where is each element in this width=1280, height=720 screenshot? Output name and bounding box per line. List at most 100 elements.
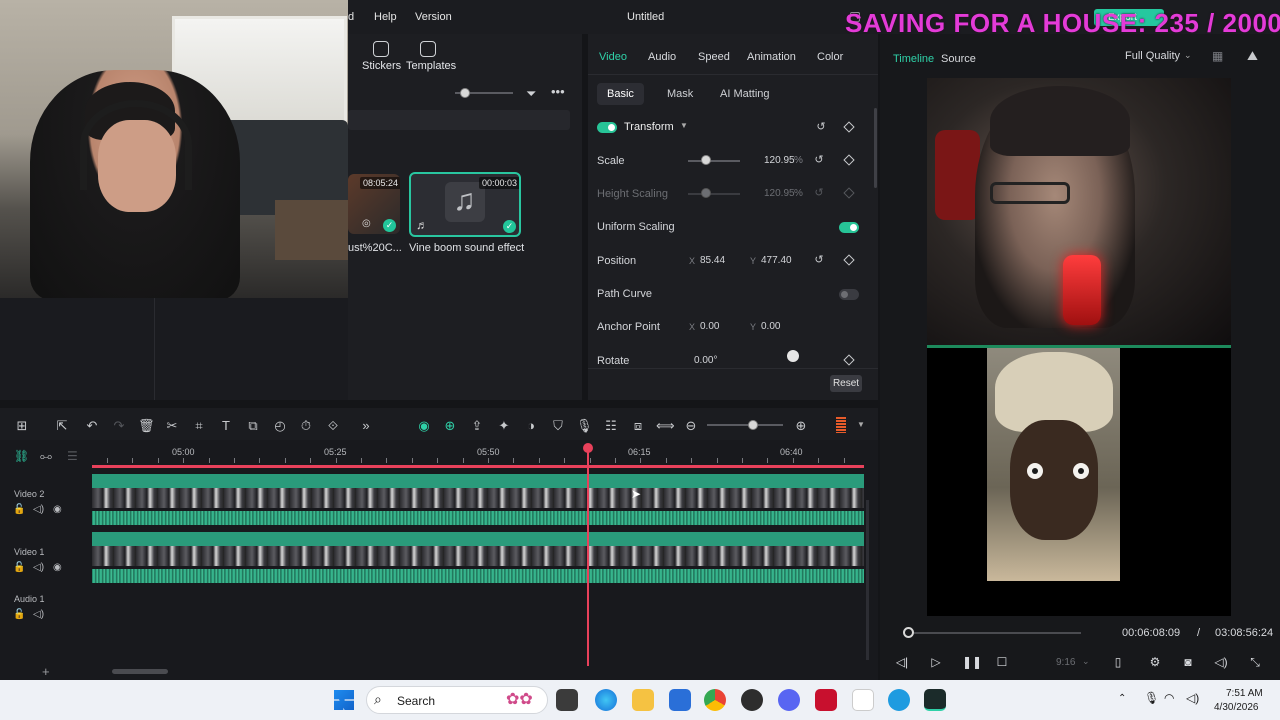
media-search-bar[interactable] <box>348 110 570 130</box>
menu-item-partial[interactable]: d <box>348 11 354 23</box>
eye-icon[interactable]: ◉ <box>53 562 62 573</box>
rotate-value[interactable]: 0.00° <box>694 355 717 366</box>
playhead[interactable] <box>587 446 589 666</box>
video2-clip-header[interactable] <box>92 474 864 488</box>
quality-select[interactable]: Full Quality <box>1125 50 1180 62</box>
filter-icon[interactable]: ⏷ <box>526 86 536 102</box>
preview-progress-bar[interactable] <box>903 632 1081 634</box>
effects-icon[interactable]: ✦ <box>496 418 512 434</box>
properties-scrollbar[interactable] <box>874 108 877 188</box>
more-icon[interactable]: ••• <box>551 84 565 99</box>
snapshot-icon[interactable]: ⛰ <box>1247 48 1258 64</box>
chevron-down-icon[interactable]: ▼ <box>857 420 865 429</box>
video1-clip-frames[interactable] <box>92 546 864 566</box>
media-thumb-audio[interactable]: ♫ 00:00:03 ♬ ✓ <box>409 172 521 237</box>
render-icon[interactable]: ⇪ <box>469 418 485 434</box>
video2-clip-frames[interactable] <box>92 488 864 508</box>
scale-value[interactable]: 120.95 <box>764 155 795 166</box>
pdf-app-icon[interactable] <box>815 689 837 711</box>
stop-icon[interactable]: ☐ <box>995 655 1009 669</box>
taskbar-time[interactable]: 7:51 AM <box>1226 688 1263 699</box>
subtab-basic[interactable]: Basic <box>597 83 644 105</box>
edge-app-icon[interactable] <box>595 689 617 711</box>
discord-app-icon[interactable] <box>778 689 800 711</box>
track-link-icon[interactable]: ⧟ <box>40 449 52 464</box>
templates-label[interactable]: Templates <box>406 60 456 72</box>
chrome-app-icon[interactable] <box>704 689 726 711</box>
templates-tab[interactable] <box>420 41 436 57</box>
volume-icon[interactable]: ◁) <box>1214 655 1228 669</box>
speaker-icon[interactable]: ◁) <box>33 609 44 620</box>
chevron-down-icon[interactable]: ⌄ <box>1184 50 1192 61</box>
terminal-app-icon[interactable] <box>556 689 578 711</box>
layout-icon[interactable]: ⊞ <box>14 418 30 434</box>
position-x-input[interactable]: 85.44 <box>700 255 725 266</box>
speaker-icon[interactable]: ◁) <box>33 504 44 515</box>
notepad-app-icon[interactable] <box>852 689 874 711</box>
chevron-down-icon[interactable]: ⌄ <box>1082 656 1090 667</box>
microphone-icon[interactable]: 🎙 <box>576 418 593 434</box>
chevron-down-icon[interactable]: ▼ <box>680 121 688 130</box>
previous-frame-icon[interactable]: ◁| <box>895 655 909 669</box>
timeline-v-scrollbar[interactable] <box>866 500 869 660</box>
reset-icon[interactable]: ↺ <box>815 121 827 133</box>
settings-icon[interactable]: ⚙ <box>1148 655 1162 669</box>
file-explorer-icon[interactable] <box>632 689 654 711</box>
wifi-icon[interactable]: ◠ <box>1164 691 1174 705</box>
timeline-ruler-range[interactable] <box>92 465 864 468</box>
split-icon[interactable]: ✂ <box>164 418 180 434</box>
tab-timeline-preview[interactable]: Timeline <box>893 53 934 65</box>
playhead-handle[interactable] <box>583 443 593 453</box>
tab-audio[interactable]: Audio <box>648 51 676 63</box>
motion-icon[interactable]: ◑ <box>523 418 539 433</box>
timeline-h-scrollbar[interactable] <box>112 669 168 674</box>
path-curve-toggle[interactable] <box>839 289 859 300</box>
lock-icon[interactable]: 🔓 <box>13 609 25 620</box>
speaker-icon[interactable]: ◁) <box>33 562 44 573</box>
play-icon[interactable]: ▷ <box>929 655 943 669</box>
text-icon[interactable]: T <box>218 418 234 433</box>
stickers-tab[interactable] <box>370 41 389 57</box>
anchor-y-input[interactable]: 0.00 <box>761 321 780 332</box>
mic-tray-icon[interactable]: 🎙 <box>1144 691 1159 705</box>
zoom-in-icon[interactable]: ⊕ <box>793 418 809 434</box>
fit-icon[interactable]: ⟺ <box>656 418 675 434</box>
speed-icon[interactable]: ◴ <box>272 418 288 434</box>
filmora-app-icon[interactable] <box>924 689 946 711</box>
speaker-tray-icon[interactable]: ◁) <box>1186 691 1199 705</box>
menu-help[interactable]: Help <box>374 11 397 23</box>
tab-speed[interactable]: Speed <box>698 51 730 63</box>
pause-icon[interactable]: ❚❚ <box>962 655 982 669</box>
thumb-size-knob[interactable] <box>460 88 470 98</box>
ai-tool-icon[interactable]: ⧉ <box>245 418 261 434</box>
tab-video[interactable]: Video <box>599 51 627 63</box>
scale-slider[interactable] <box>688 160 740 162</box>
taskbar-date[interactable]: 4/30/2026 <box>1214 702 1259 713</box>
transform-toggle[interactable] <box>597 122 617 133</box>
reset-icon[interactable]: ↺ <box>813 254 825 266</box>
menu-version[interactable]: Version <box>415 11 452 23</box>
keyframe-tool-icon[interactable]: ⟐ <box>325 418 341 434</box>
redo-icon[interactable]: ↷ <box>111 418 127 434</box>
undo-icon[interactable]: ↶ <box>84 418 100 434</box>
vscode-app-icon[interactable] <box>888 689 910 711</box>
anchor-x-input[interactable]: 0.00 <box>700 321 719 332</box>
add-track-icon[interactable]: + <box>42 664 50 679</box>
video1-clip-header[interactable] <box>92 532 864 546</box>
crop-icon[interactable]: ⌗ <box>191 418 207 434</box>
timer-icon[interactable]: ⏱ <box>298 418 314 434</box>
reset-button[interactable]: Reset <box>830 375 862 392</box>
audio-meter-icon[interactable] <box>836 417 846 433</box>
track-manage-icon[interactable]: ☰ <box>67 449 78 463</box>
store-app-icon[interactable] <box>669 689 691 711</box>
video2-clip-waveform[interactable] <box>92 511 864 525</box>
reset-icon[interactable]: ↺ <box>813 154 825 166</box>
tab-animation[interactable]: Animation <box>747 51 796 63</box>
timeline-zoom-knob[interactable] <box>747 420 758 430</box>
replace-icon[interactable]: ⧈ <box>630 418 646 434</box>
rotate-dial[interactable] <box>787 350 799 362</box>
subtab-mask[interactable]: Mask <box>657 83 703 105</box>
camera-icon[interactable]: ◙ <box>1181 655 1195 669</box>
grid-view-icon[interactable]: ▦ <box>1212 49 1223 63</box>
video1-clip-waveform[interactable] <box>92 569 864 583</box>
